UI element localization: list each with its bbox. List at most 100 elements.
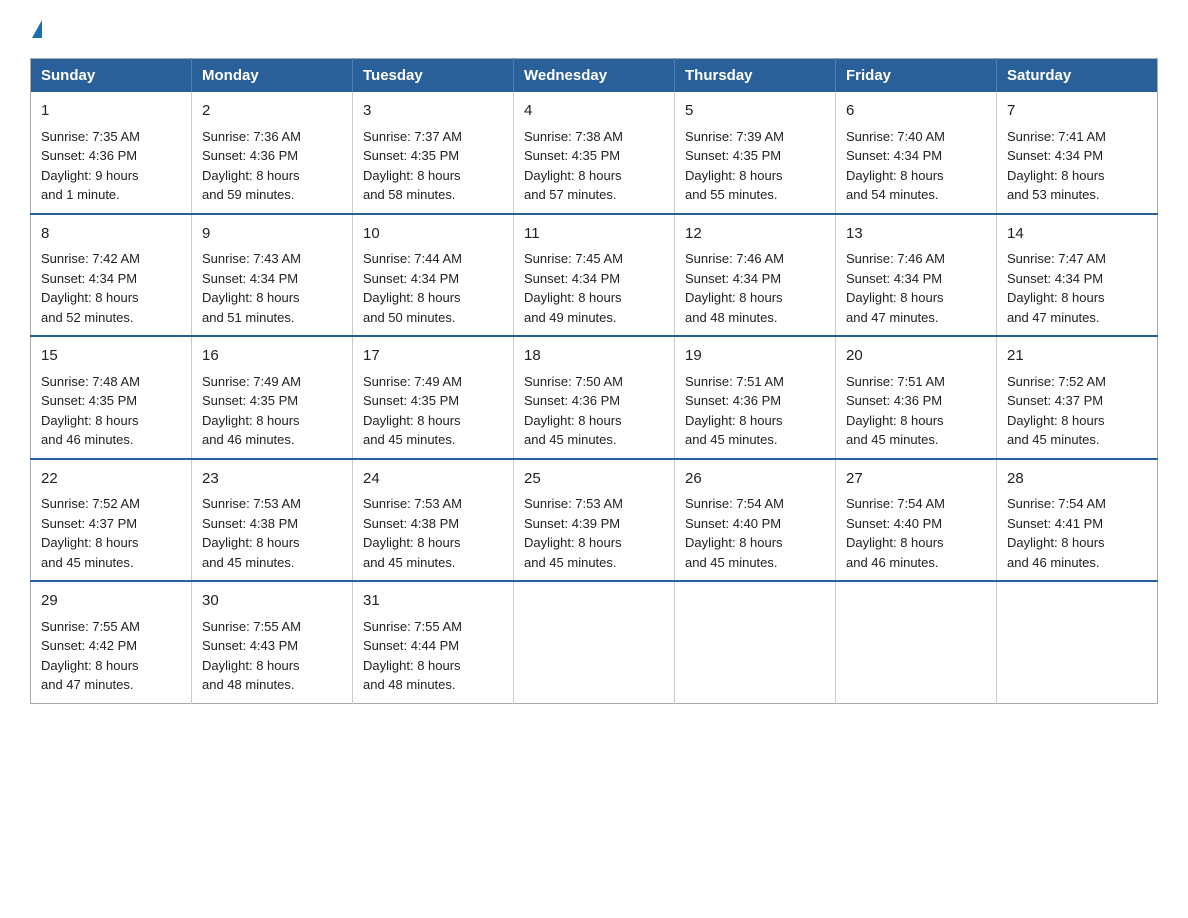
calendar-day-cell: 7 Sunrise: 7:41 AMSunset: 4:34 PMDaylight… <box>997 92 1158 214</box>
day-info: Sunrise: 7:37 AMSunset: 4:35 PMDaylight:… <box>363 127 503 205</box>
day-number: 23 <box>202 468 342 491</box>
logo <box>30 20 42 38</box>
day-info: Sunrise: 7:45 AMSunset: 4:34 PMDaylight:… <box>524 249 664 327</box>
day-info: Sunrise: 7:55 AMSunset: 4:43 PMDaylight:… <box>202 617 342 695</box>
day-info: Sunrise: 7:46 AMSunset: 4:34 PMDaylight:… <box>685 249 825 327</box>
day-info: Sunrise: 7:51 AMSunset: 4:36 PMDaylight:… <box>846 372 986 450</box>
day-info: Sunrise: 7:38 AMSunset: 4:35 PMDaylight:… <box>524 127 664 205</box>
day-number: 30 <box>202 590 342 613</box>
day-number: 26 <box>685 468 825 491</box>
day-number: 8 <box>41 223 181 246</box>
calendar-week-row: 15 Sunrise: 7:48 AMSunset: 4:35 PMDayligh… <box>31 336 1158 459</box>
day-number: 3 <box>363 100 503 123</box>
calendar-day-cell: 17 Sunrise: 7:49 AMSunset: 4:35 PMDayligh… <box>353 336 514 459</box>
day-info: Sunrise: 7:48 AMSunset: 4:35 PMDaylight:… <box>41 372 181 450</box>
calendar-week-row: 22 Sunrise: 7:52 AMSunset: 4:37 PMDayligh… <box>31 459 1158 582</box>
calendar-week-row: 1Sunrise: 7:35 AMSunset: 4:36 PMDaylight… <box>31 92 1158 214</box>
calendar-day-cell: 19 Sunrise: 7:51 AMSunset: 4:36 PMDayligh… <box>675 336 836 459</box>
calendar-week-row: 29Sunrise: 7:55 AMSunset: 4:42 PMDayligh… <box>31 581 1158 703</box>
calendar-day-cell: 27 Sunrise: 7:54 AMSunset: 4:40 PMDayligh… <box>836 459 997 582</box>
day-number: 27 <box>846 468 986 491</box>
day-number: 4 <box>524 100 664 123</box>
calendar-day-cell: 1Sunrise: 7:35 AMSunset: 4:36 PMDaylight… <box>31 92 192 214</box>
day-info: Sunrise: 7:42 AMSunset: 4:34 PMDaylight:… <box>41 249 181 327</box>
day-number: 20 <box>846 345 986 368</box>
day-info: Sunrise: 7:55 AMSunset: 4:44 PMDaylight:… <box>363 617 503 695</box>
day-number: 15 <box>41 345 181 368</box>
day-number: 28 <box>1007 468 1147 491</box>
page-header <box>30 20 1158 38</box>
column-header-wednesday: Wednesday <box>514 59 675 93</box>
day-number: 14 <box>1007 223 1147 246</box>
calendar-day-cell: 28 Sunrise: 7:54 AMSunset: 4:41 PMDayligh… <box>997 459 1158 582</box>
calendar-header-row: SundayMondayTuesdayWednesdayThursdayFrid… <box>31 59 1158 93</box>
column-header-tuesday: Tuesday <box>353 59 514 93</box>
calendar-day-cell: 12 Sunrise: 7:46 AMSunset: 4:34 PMDayligh… <box>675 214 836 337</box>
day-number: 7 <box>1007 100 1147 123</box>
calendar-day-cell: 2Sunrise: 7:36 AMSunset: 4:36 PMDaylight… <box>192 92 353 214</box>
column-header-thursday: Thursday <box>675 59 836 93</box>
day-number: 12 <box>685 223 825 246</box>
calendar-day-cell: 22 Sunrise: 7:52 AMSunset: 4:37 PMDayligh… <box>31 459 192 582</box>
day-number: 29 <box>41 590 181 613</box>
day-number: 24 <box>363 468 503 491</box>
calendar-day-cell: 24Sunrise: 7:53 AMSunset: 4:38 PMDayligh… <box>353 459 514 582</box>
day-info: Sunrise: 7:53 AMSunset: 4:39 PMDaylight:… <box>524 494 664 572</box>
empty-cell <box>675 581 836 703</box>
day-number: 13 <box>846 223 986 246</box>
calendar-day-cell: 21 Sunrise: 7:52 AMSunset: 4:37 PMDayligh… <box>997 336 1158 459</box>
day-number: 11 <box>524 223 664 246</box>
calendar-day-cell: 9 Sunrise: 7:43 AMSunset: 4:34 PMDaylight… <box>192 214 353 337</box>
day-number: 1 <box>41 100 181 123</box>
day-number: 25 <box>524 468 664 491</box>
day-info: Sunrise: 7:41 AMSunset: 4:34 PMDaylight:… <box>1007 127 1147 205</box>
day-info: Sunrise: 7:39 AMSunset: 4:35 PMDaylight:… <box>685 127 825 205</box>
day-number: 18 <box>524 345 664 368</box>
day-number: 21 <box>1007 345 1147 368</box>
day-number: 10 <box>363 223 503 246</box>
day-info: Sunrise: 7:54 AMSunset: 4:40 PMDaylight:… <box>846 494 986 572</box>
calendar-day-cell: 30 Sunrise: 7:55 AMSunset: 4:43 PMDayligh… <box>192 581 353 703</box>
day-number: 16 <box>202 345 342 368</box>
day-info: Sunrise: 7:53 AMSunset: 4:38 PMDaylight:… <box>202 494 342 572</box>
day-info: Sunrise: 7:54 AMSunset: 4:40 PMDaylight:… <box>685 494 825 572</box>
calendar-day-cell: 20 Sunrise: 7:51 AMSunset: 4:36 PMDayligh… <box>836 336 997 459</box>
calendar-day-cell: 11 Sunrise: 7:45 AMSunset: 4:34 PMDayligh… <box>514 214 675 337</box>
empty-cell <box>836 581 997 703</box>
day-number: 31 <box>363 590 503 613</box>
calendar-day-cell: 29Sunrise: 7:55 AMSunset: 4:42 PMDayligh… <box>31 581 192 703</box>
day-number: 5 <box>685 100 825 123</box>
day-info: Sunrise: 7:40 AMSunset: 4:34 PMDaylight:… <box>846 127 986 205</box>
day-number: 9 <box>202 223 342 246</box>
calendar-day-cell: 8 Sunrise: 7:42 AMSunset: 4:34 PMDaylight… <box>31 214 192 337</box>
column-header-monday: Monday <box>192 59 353 93</box>
calendar-day-cell: 10 Sunrise: 7:44 AMSunset: 4:34 PMDayligh… <box>353 214 514 337</box>
calendar-day-cell: 16 Sunrise: 7:49 AMSunset: 4:35 PMDayligh… <box>192 336 353 459</box>
calendar-week-row: 8 Sunrise: 7:42 AMSunset: 4:34 PMDaylight… <box>31 214 1158 337</box>
calendar-day-cell: 3 Sunrise: 7:37 AMSunset: 4:35 PMDaylight… <box>353 92 514 214</box>
day-info: Sunrise: 7:49 AMSunset: 4:35 PMDaylight:… <box>363 372 503 450</box>
calendar-day-cell: 13 Sunrise: 7:46 AMSunset: 4:34 PMDayligh… <box>836 214 997 337</box>
day-info: Sunrise: 7:46 AMSunset: 4:34 PMDaylight:… <box>846 249 986 327</box>
calendar-day-cell: 23 Sunrise: 7:53 AMSunset: 4:38 PMDayligh… <box>192 459 353 582</box>
day-info: Sunrise: 7:43 AMSunset: 4:34 PMDaylight:… <box>202 249 342 327</box>
day-number: 22 <box>41 468 181 491</box>
day-info: Sunrise: 7:51 AMSunset: 4:36 PMDaylight:… <box>685 372 825 450</box>
day-info: Sunrise: 7:47 AMSunset: 4:34 PMDaylight:… <box>1007 249 1147 327</box>
calendar-day-cell: 6Sunrise: 7:40 AMSunset: 4:34 PMDaylight… <box>836 92 997 214</box>
day-info: Sunrise: 7:49 AMSunset: 4:35 PMDaylight:… <box>202 372 342 450</box>
day-info: Sunrise: 7:44 AMSunset: 4:34 PMDaylight:… <box>363 249 503 327</box>
day-info: Sunrise: 7:52 AMSunset: 4:37 PMDaylight:… <box>1007 372 1147 450</box>
calendar-day-cell: 5 Sunrise: 7:39 AMSunset: 4:35 PMDaylight… <box>675 92 836 214</box>
calendar-day-cell: 25 Sunrise: 7:53 AMSunset: 4:39 PMDayligh… <box>514 459 675 582</box>
day-info: Sunrise: 7:52 AMSunset: 4:37 PMDaylight:… <box>41 494 181 572</box>
column-header-sunday: Sunday <box>31 59 192 93</box>
day-info: Sunrise: 7:54 AMSunset: 4:41 PMDaylight:… <box>1007 494 1147 572</box>
day-number: 17 <box>363 345 503 368</box>
empty-cell <box>514 581 675 703</box>
day-info: Sunrise: 7:36 AMSunset: 4:36 PMDaylight:… <box>202 127 342 205</box>
calendar-day-cell: 14 Sunrise: 7:47 AMSunset: 4:34 PMDayligh… <box>997 214 1158 337</box>
calendar-day-cell: 18Sunrise: 7:50 AMSunset: 4:36 PMDayligh… <box>514 336 675 459</box>
column-header-friday: Friday <box>836 59 997 93</box>
day-number: 19 <box>685 345 825 368</box>
